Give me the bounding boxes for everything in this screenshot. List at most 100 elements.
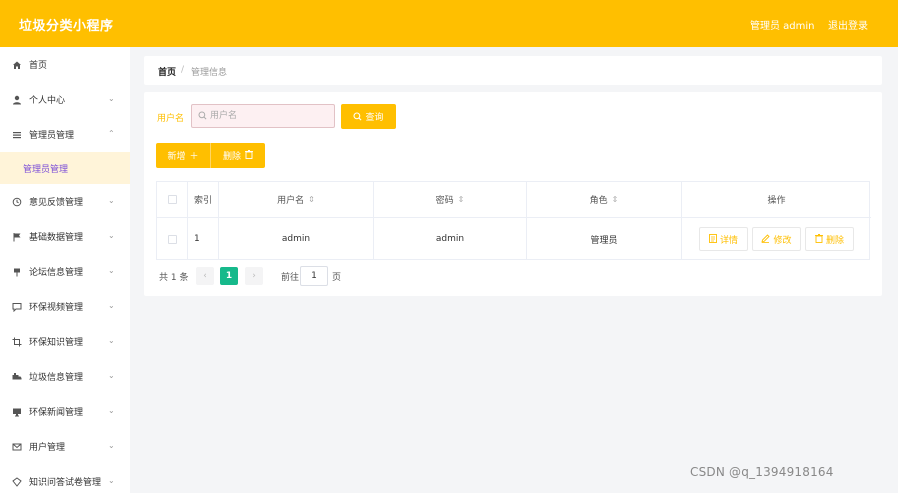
add-button[interactable]: 新增 ＋ (156, 143, 210, 168)
pagination-total: 共 1 条 (159, 273, 189, 283)
table-cell-index: 1 (188, 217, 219, 260)
table-header-username[interactable]: 用户名 ⇕ (219, 182, 374, 217)
table-cell-actions: 详情 修改 删除 (682, 217, 871, 260)
watermark: CSDN @q_1394918164 (690, 465, 834, 479)
sidebar-item-label: 首页 (29, 61, 48, 71)
sidebar-item-feedback-management[interactable]: 意见反馈管理 ⌄ (0, 184, 130, 219)
query-button[interactable]: 查询 (341, 104, 396, 129)
column-label: 密码 (435, 196, 454, 206)
edit-button-label: 修改 (773, 235, 792, 246)
table-header-index: 索引 (188, 182, 219, 217)
sort-icon: ⇕ (308, 195, 315, 204)
breadcrumb-separator: / (181, 65, 185, 75)
chevron-down-icon: ⌄ (108, 336, 115, 345)
chevron-down-icon: ⌄ (108, 406, 115, 415)
sidebar-item-label: 管理员管理 (29, 131, 75, 141)
chevron-down-icon: ⌄ (108, 94, 115, 103)
chevron-down-icon: ⌄ (108, 371, 115, 380)
chevron-down-icon: ⌄ (108, 266, 115, 275)
sidebar-item-label: 环保视频管理 (29, 303, 84, 313)
table-header-role[interactable]: 角色 ⇕ (527, 182, 682, 217)
sidebar-item-label: 垃圾信息管理 (29, 373, 84, 383)
table-header-password[interactable]: 密码 ⇕ (374, 182, 527, 217)
select-all-checkbox[interactable] (167, 195, 177, 204)
sidebar-item-forum-management[interactable]: 论坛信息管理 ⌄ (0, 254, 130, 289)
breadcrumb-home[interactable]: 首页 (158, 65, 176, 78)
search-icon (353, 112, 362, 121)
add-button-label: 新增 (167, 152, 186, 162)
goto-label: 前往 (281, 273, 300, 283)
sidebar-item-personal-center[interactable]: 个人中心 ⌄ (0, 82, 130, 117)
plus-icon: ＋ (189, 152, 199, 162)
user-icon (12, 95, 22, 105)
edit-button[interactable]: 修改 (752, 227, 801, 251)
sidebar-item-quiz-management[interactable]: 知识问答试卷管理 ⌄ (0, 464, 130, 493)
delete-button-label: 删除 (222, 152, 241, 162)
doc-icon (12, 476, 22, 487)
table-cell-role: 管理员 (527, 217, 682, 260)
column-label: 用户名 (277, 196, 305, 206)
monitor-icon (12, 407, 22, 417)
sort-icon: ⇕ (457, 195, 465, 204)
search-label: 用户名 (157, 114, 185, 124)
detail-button-label: 详情 (719, 235, 738, 246)
breadcrumb: 首页 / 管理信息 (144, 56, 882, 85)
sidebar-item-label: 用户管理 (29, 443, 66, 453)
detail-button[interactable]: 详情 (699, 227, 748, 251)
row-checkbox[interactable] (167, 234, 177, 244)
breadcrumb-current: 管理信息 (191, 68, 228, 78)
clock-icon (12, 197, 22, 207)
logout-link[interactable]: 退出登录 (828, 17, 868, 32)
sidebar-subitem-admin-management[interactable]: 管理员管理 (0, 152, 130, 184)
sidebar-item-news-management[interactable]: 环保新闻管理 ⌄ (0, 394, 130, 429)
table-header-actions: 操作 (767, 196, 786, 206)
chevron-down-icon: ⌄ (108, 476, 115, 485)
prev-page-button[interactable]: ‹ (196, 267, 214, 285)
sidebar-item-label: 个人中心 (29, 96, 66, 106)
data-table: 索引 用户名 ⇕ 密码 ⇕ 角色 ⇕ 操作 1 admin admin 管理员 详情 … (156, 181, 871, 260)
table-cell-password: admin (374, 217, 527, 260)
sidebar-item-home[interactable]: 首页 (0, 47, 130, 82)
query-button-label: 查询 (365, 113, 384, 123)
next-page-button[interactable]: › (245, 267, 263, 285)
sidebar-item-label: 环保知识管理 (29, 338, 84, 348)
goto-page-input[interactable] (300, 266, 328, 286)
sidebar-item-knowledge-management[interactable]: 环保知识管理 ⌄ (0, 324, 130, 359)
search-field[interactable] (191, 104, 335, 128)
pin-icon (12, 267, 22, 277)
chevron-down-icon: ⌄ (108, 196, 115, 205)
sidebar-item-label: 知识问答试卷管理 (29, 478, 102, 488)
current-user: 管理员 admin (750, 21, 815, 32)
chevron-up-icon: ⌃ (108, 129, 115, 138)
trash-icon (245, 149, 253, 162)
sidebar-item-video-management[interactable]: 环保视频管理 ⌄ (0, 289, 130, 324)
sidebar-item-label: 环保新闻管理 (29, 408, 84, 418)
sidebar-item-base-data-management[interactable]: 基础数据管理 ⌄ (0, 219, 130, 254)
flag-icon (12, 232, 22, 242)
column-label: 角色 (589, 196, 608, 206)
chevron-down-icon: ⌄ (108, 231, 115, 240)
chevron-down-icon: ⌄ (108, 441, 115, 450)
mail-icon (12, 442, 22, 452)
goto-unit-label: 页 (332, 273, 342, 283)
sidebar-item-garbage-management[interactable]: 垃圾信息管理 ⌄ (0, 359, 130, 394)
crop-icon (12, 337, 22, 347)
truck-icon (12, 372, 22, 382)
batch-delete-button[interactable]: 删除 (210, 143, 265, 168)
delete-button[interactable]: 删除 (805, 227, 854, 251)
sidebar-item-admin-management[interactable]: 管理员管理 ⌃ (0, 117, 130, 152)
home-icon (12, 60, 22, 70)
document-icon (709, 233, 717, 245)
sidebar-item-label: 论坛信息管理 (29, 268, 84, 278)
chevron-down-icon: ⌄ (108, 301, 115, 310)
table-row-select (157, 217, 188, 260)
sidebar-item-label: 意见反馈管理 (29, 198, 84, 208)
top-header: 垃圾分类小程序 管理员 admin 退出登录 (0, 0, 898, 47)
sidebar-item-user-management[interactable]: 用户管理 ⌄ (0, 429, 130, 464)
search-input[interactable] (210, 108, 330, 124)
trash-icon (814, 233, 823, 245)
chat-icon (12, 302, 22, 312)
page-number-current[interactable]: 1 (220, 267, 238, 285)
list-icon (12, 130, 22, 140)
app-title: 垃圾分类小程序 (19, 19, 114, 34)
